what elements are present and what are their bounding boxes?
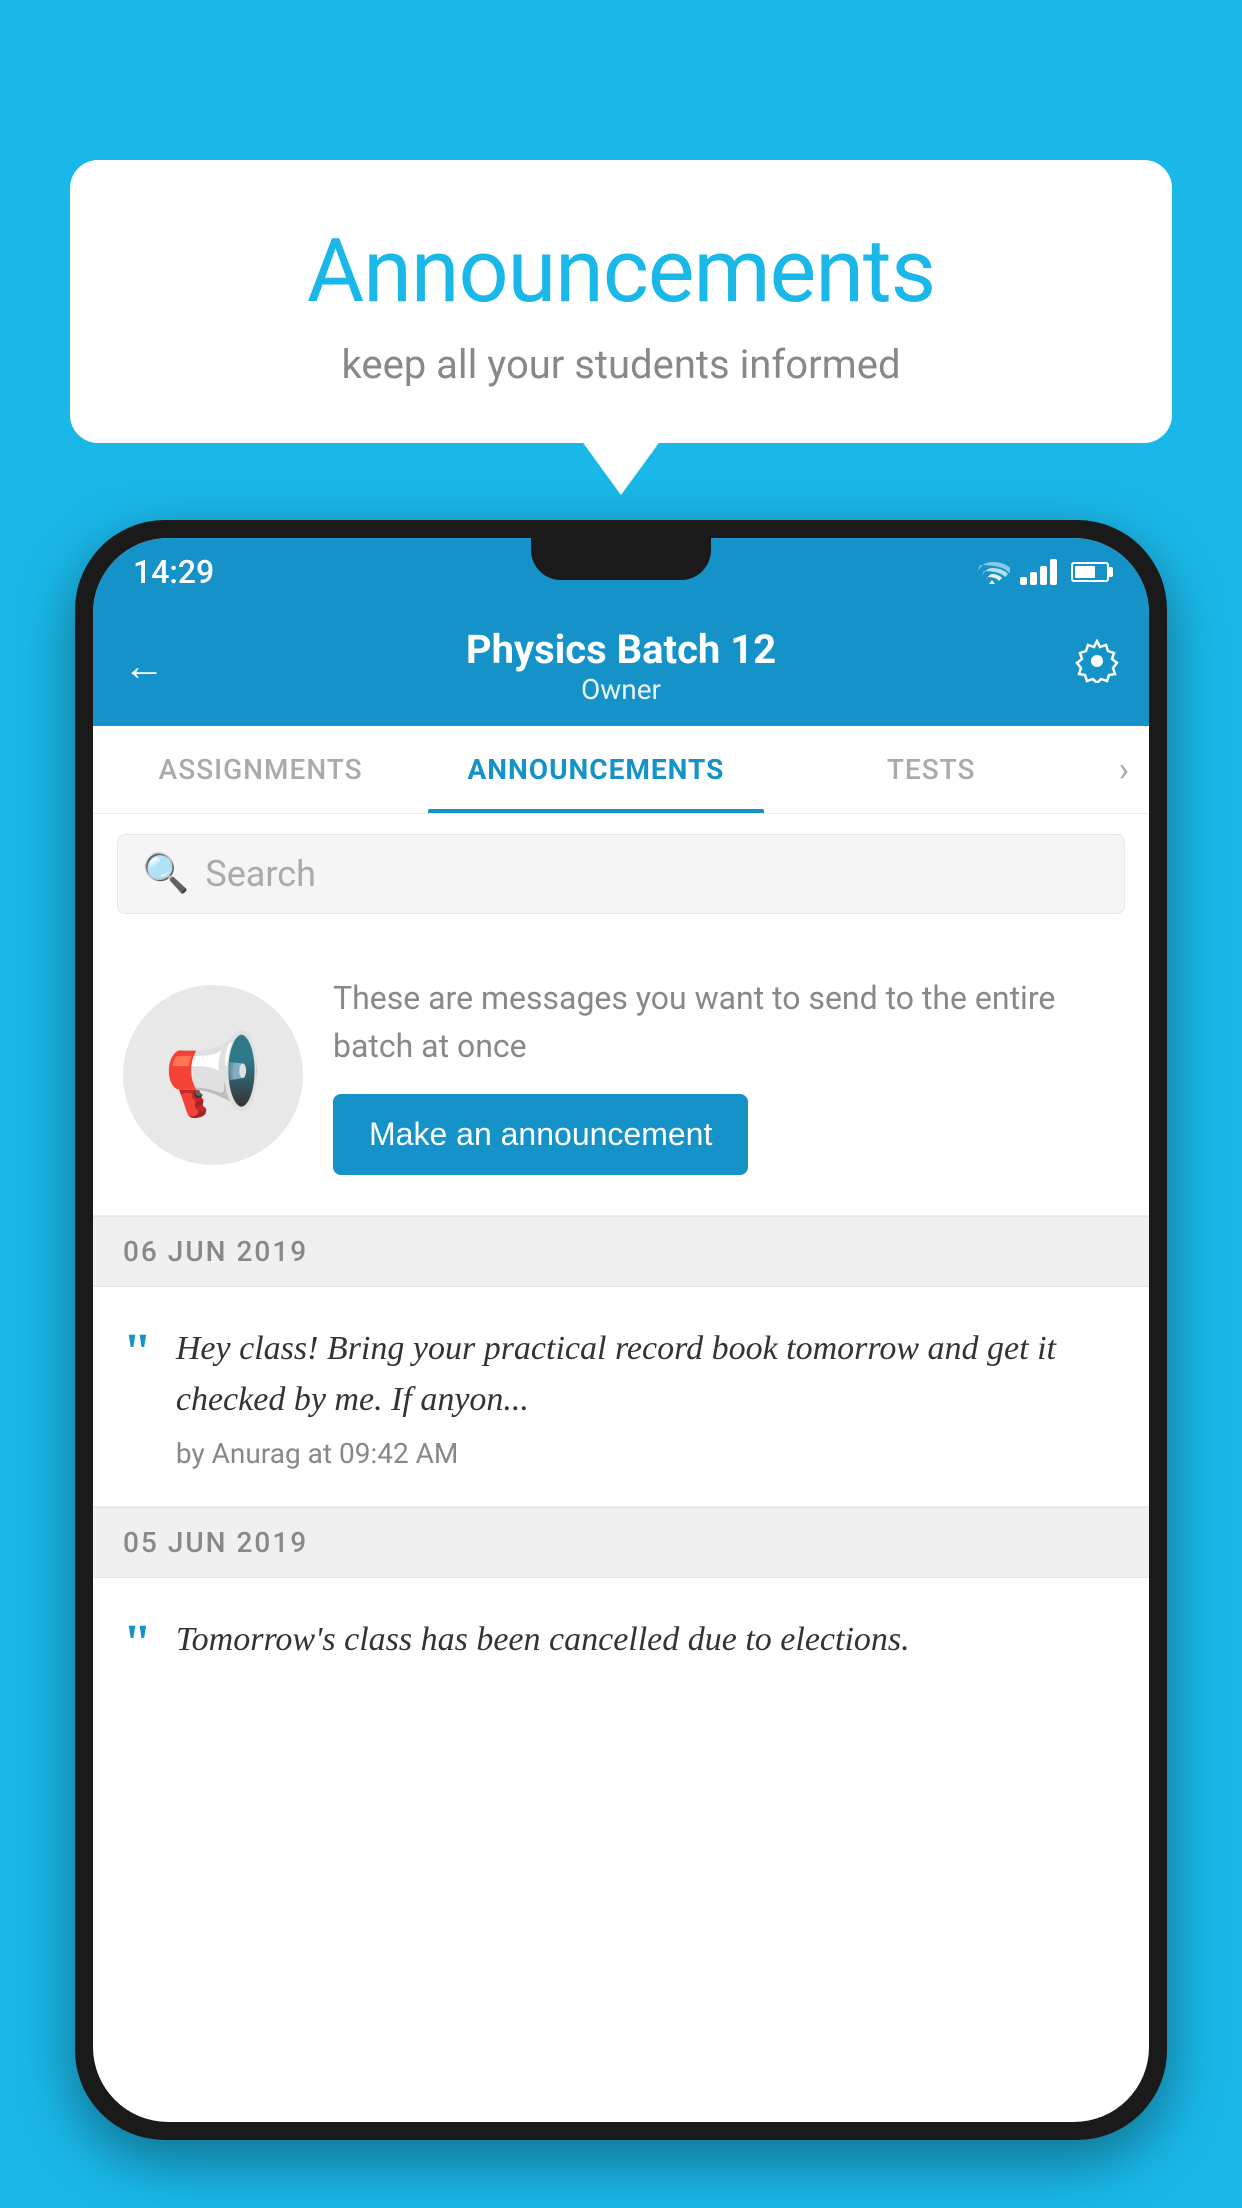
settings-button[interactable] <box>1075 639 1119 694</box>
header-title: Physics Batch 12 <box>466 626 776 673</box>
app-header: ← Physics Batch 12 Owner <box>93 606 1149 726</box>
status-time: 14:29 <box>133 553 214 591</box>
quote-icon-2: " <box>123 1618 152 1670</box>
search-icon: 🔍 <box>142 852 189 896</box>
announcement-item-2: " Tomorrow's class has been cancelled du… <box>93 1578 1149 1713</box>
search-container: 🔍 Search <box>93 814 1149 934</box>
make-announcement-button[interactable]: Make an announcement <box>333 1094 748 1175</box>
megaphone-icon: 📢 <box>163 1028 263 1122</box>
announcement-content-1: Hey class! Bring your practical record b… <box>176 1323 1119 1470</box>
header-center: Physics Batch 12 Owner <box>466 626 776 706</box>
search-placeholder: Search <box>205 853 316 895</box>
gear-icon <box>1075 639 1119 683</box>
announcement-meta-1: by Anurag at 09:42 AM <box>176 1437 1119 1470</box>
tab-tests[interactable]: TESTS <box>764 726 1099 813</box>
tab-assignments[interactable]: ASSIGNMENTS <box>93 726 428 813</box>
prompt-content: These are messages you want to send to t… <box>333 974 1119 1175</box>
tab-bar: ASSIGNMENTS ANNOUNCEMENTS TESTS › <box>93 726 1149 814</box>
tab-announcements[interactable]: ANNOUNCEMENTS <box>428 726 763 813</box>
announcement-item-1: " Hey class! Bring your practical record… <box>93 1287 1149 1507</box>
megaphone-circle: 📢 <box>123 985 303 1165</box>
announcement-prompt: 📢 These are messages you want to send to… <box>93 934 1149 1216</box>
back-button[interactable]: ← <box>123 642 165 691</box>
speech-bubble-subtitle: keep all your students informed <box>130 341 1112 388</box>
date-separator-1: 06 JUN 2019 <box>93 1216 1149 1287</box>
announcement-text-1: Hey class! Bring your practical record b… <box>176 1323 1119 1425</box>
speech-bubble-title: Announcements <box>130 220 1112 323</box>
tab-more[interactable]: › <box>1099 726 1149 813</box>
announcement-text-2: Tomorrow's class has been cancelled due … <box>176 1614 1119 1665</box>
signal-icon <box>1020 559 1057 585</box>
announcement-content-2: Tomorrow's class has been cancelled due … <box>176 1614 1119 1677</box>
header-subtitle: Owner <box>466 673 776 706</box>
phone-frame: 14:29 <box>75 520 1167 2140</box>
prompt-description: These are messages you want to send to t… <box>333 974 1119 1070</box>
quote-icon-1: " <box>123 1327 152 1379</box>
phone-notch <box>531 538 711 580</box>
speech-bubble-container: Announcements keep all your students inf… <box>70 160 1172 443</box>
search-bar[interactable]: 🔍 Search <box>117 834 1125 914</box>
date-separator-2: 05 JUN 2019 <box>93 1507 1149 1578</box>
phone-container: 14:29 <box>75 520 1167 2208</box>
battery-icon <box>1071 562 1109 582</box>
wifi-icon <box>974 558 1010 586</box>
speech-bubble: Announcements keep all your students inf… <box>70 160 1172 443</box>
status-icons <box>974 558 1109 586</box>
phone-screen: 14:29 <box>93 538 1149 2122</box>
